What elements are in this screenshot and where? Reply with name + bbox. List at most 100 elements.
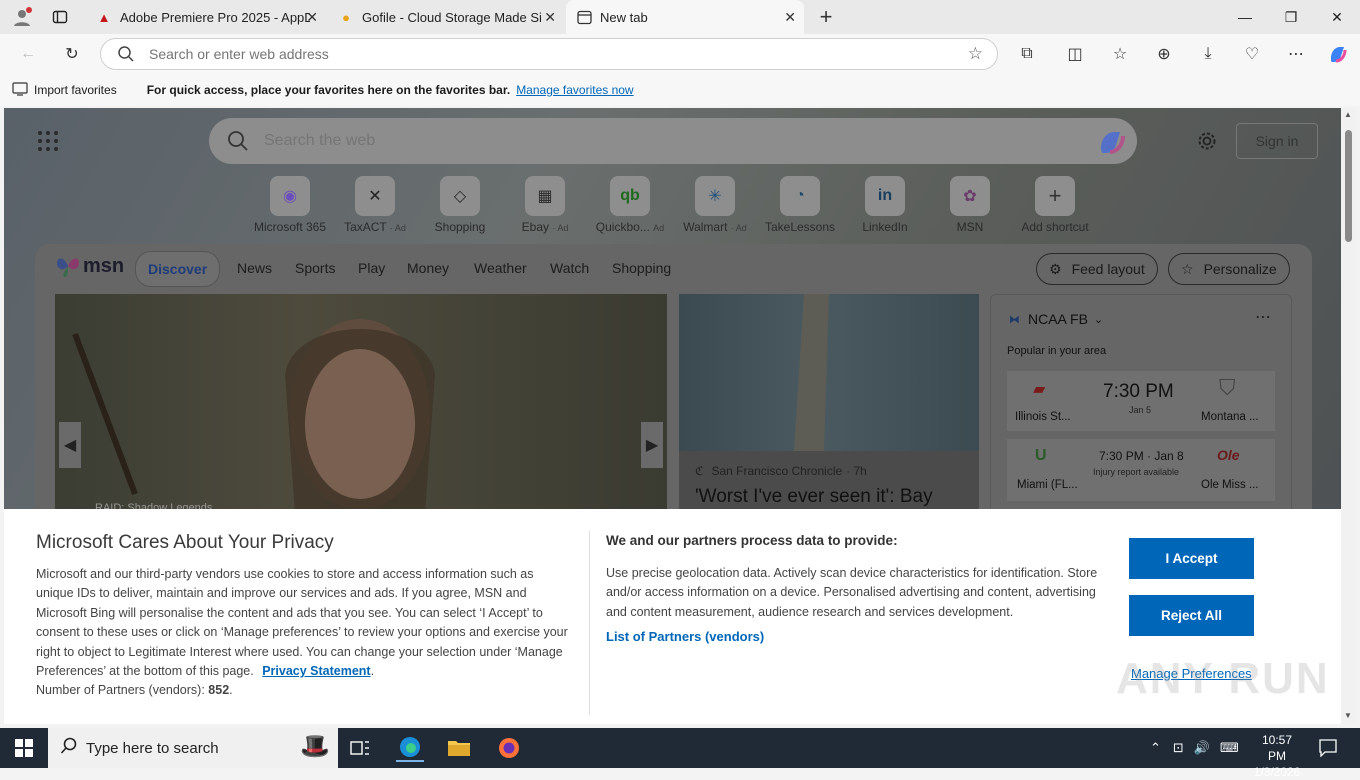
shortcut-msn[interactable]: ✿ MSN	[928, 176, 1012, 234]
accept-button[interactable]: I Accept	[1129, 538, 1254, 579]
list-of-partners-link[interactable]: List of Partners (vendors)	[606, 629, 764, 644]
nav-discover[interactable]: Discover	[135, 251, 221, 287]
chevron-up-icon[interactable]: ⌃	[1150, 740, 1161, 756]
clock[interactable]: 10:57 PM 1/3/2026	[1252, 732, 1302, 780]
restore-icon[interactable]: ❐	[1268, 0, 1314, 34]
home-team: Illinois St...	[1015, 411, 1071, 423]
address-bar[interactable]: ☆	[100, 38, 998, 70]
quickbooks-icon: qb	[610, 176, 650, 216]
scrollbar-thumb[interactable]	[1345, 130, 1352, 242]
import-favorites-button[interactable]: Import favorites	[34, 83, 117, 97]
task-view-icon[interactable]	[346, 734, 374, 762]
game-time: 7:30 PM · Jan 8	[1099, 449, 1184, 463]
extensions-icon[interactable]: ⧉	[1015, 42, 1039, 66]
msn-butterfly-icon: ✿	[950, 176, 990, 216]
tab-title: Gofile - Cloud Storage Made Sim	[362, 9, 542, 25]
hero-image	[72, 319, 435, 514]
close-icon[interactable]: ✕	[544, 9, 556, 26]
injury-report-note: Injury report available	[1093, 467, 1180, 477]
nav-weather[interactable]: Weather	[474, 260, 527, 276]
shortcut-ebay[interactable]: ▦ Ebay · Ad	[503, 176, 587, 234]
chronicle-logo-icon: ℭ	[695, 464, 704, 478]
game-row[interactable]: ▰ Illinois St... 7:30 PM Jan 5 ⛉ Montana…	[1007, 371, 1275, 431]
minimize-icon[interactable]: —	[1222, 0, 1268, 34]
volume-icon[interactable]: 🔊	[1194, 740, 1210, 756]
downloads-icon[interactable]: ⤓	[1196, 42, 1220, 66]
nav-watch[interactable]: Watch	[550, 260, 589, 276]
refresh-icon[interactable]: ↻	[60, 42, 84, 66]
web-search-box[interactable]	[209, 118, 1137, 164]
hero-card[interactable]: ◀ ▶ RAID: Shadow Legends	[55, 294, 667, 524]
league-selector[interactable]: ⧓ NCAA FB ⌄	[1009, 311, 1103, 327]
split-screen-icon[interactable]: ◫	[1063, 42, 1087, 66]
shopping-tag-icon: ◇	[440, 176, 480, 216]
tab-actions-icon[interactable]	[48, 5, 72, 29]
scroll-up-icon[interactable]: ▲	[1344, 110, 1352, 119]
shortcut-microsoft-365[interactable]: ◉ Microsoft 365	[248, 176, 332, 234]
shortcut-walmart[interactable]: ✳ Walmart · Ad	[673, 176, 757, 234]
favorites-icon[interactable]: ☆	[1108, 42, 1132, 66]
settings-gear-icon[interactable]	[1196, 130, 1218, 157]
nav-news[interactable]: News	[237, 260, 272, 276]
edge-icon[interactable]	[396, 734, 424, 762]
network-icon[interactable]: ⊡	[1173, 740, 1184, 756]
walmart-icon: ✳	[695, 176, 735, 216]
profile-icon[interactable]	[10, 5, 34, 29]
sign-in-button[interactable]: Sign in	[1236, 123, 1318, 159]
reject-all-button[interactable]: Reject All	[1129, 595, 1254, 636]
tab-gofile[interactable]: ● Gofile - Cloud Storage Made Sim ✕	[328, 0, 564, 34]
privacy-purposes-body: Use precise geolocation data. Actively s…	[606, 566, 1098, 619]
file-explorer-icon[interactable]	[445, 734, 473, 762]
story-card[interactable]: ℭ San Francisco Chronicle · 7h 'Worst I'…	[679, 294, 979, 524]
shortcut-taxact[interactable]: ✕ TaxACT · Ad	[333, 176, 417, 234]
shortcut-linkedin[interactable]: in LinkedIn	[843, 176, 927, 234]
copilot-icon[interactable]	[1326, 42, 1350, 66]
collections-icon[interactable]: ⊕	[1152, 42, 1176, 66]
web-search-input[interactable]	[264, 131, 964, 151]
system-tray: ⌃ ⊡ 🔊 ⌨	[1150, 728, 1239, 768]
nav-sports[interactable]: Sports	[295, 260, 335, 276]
more-icon[interactable]: ⋯	[1284, 42, 1308, 66]
carousel-next-button[interactable]: ▶	[641, 422, 663, 468]
performance-icon[interactable]: ♡	[1240, 42, 1264, 66]
favorite-star-icon[interactable]: ☆	[968, 44, 983, 64]
nav-shopping[interactable]: Shopping	[612, 260, 671, 276]
shortcut-quickbooks[interactable]: qb Quickbo... Ad	[588, 176, 672, 234]
scroll-down-icon[interactable]: ▼	[1344, 711, 1352, 720]
close-window-icon[interactable]: ✕	[1314, 0, 1360, 34]
game-row[interactable]: U Miami (FL... 7:30 PM · Jan 8 Injury re…	[1007, 439, 1275, 501]
story-headline[interactable]: 'Worst I've ever seen it': Bay	[695, 486, 933, 508]
tab-adobe[interactable]: ▲ Adobe Premiere Pro 2025 - AppD ✕	[86, 0, 326, 34]
taskbar-search-box[interactable]: Type here to search 🎩	[48, 728, 338, 768]
msn-logo[interactable]: msn	[55, 254, 124, 278]
close-icon[interactable]: ✕	[306, 9, 318, 26]
close-icon[interactable]: ✕	[784, 9, 796, 26]
nav-play[interactable]: Play	[358, 260, 385, 276]
add-shortcut-button[interactable]: + Add shortcut	[1013, 176, 1097, 234]
manage-favorites-link[interactable]: Manage favorites now	[516, 83, 633, 97]
new-tab-button[interactable]: +	[814, 4, 838, 29]
tab-new-tab[interactable]: New tab ✕	[566, 0, 804, 34]
privacy-body: Microsoft and our third-party vendors us…	[36, 565, 571, 701]
browser-toolbar: ← ↻ ☆ ⧉ ◫ ☆ ⊕ ⤓ ♡ ⋯	[0, 34, 1360, 74]
carousel-prev-button[interactable]: ◀	[59, 422, 81, 468]
back-icon[interactable]: ←	[16, 42, 40, 66]
address-input[interactable]	[149, 45, 929, 63]
windows-start-icon[interactable]	[10, 734, 38, 762]
privacy-statement-link[interactable]: Privacy Statement	[262, 664, 370, 678]
personalize-button[interactable]: ☆ Personalize	[1168, 253, 1290, 285]
notifications-icon[interactable]	[1314, 734, 1342, 762]
firefox-icon[interactable]	[495, 734, 523, 762]
shortcut-takelessons[interactable]: ◔ TakeLessons	[758, 176, 842, 234]
input-indicator-icon[interactable]: ⌨	[1220, 740, 1239, 756]
sliders-icon: ⚙	[1049, 260, 1062, 277]
shortcut-shopping[interactable]: ◇ Shopping	[418, 176, 502, 234]
feed-layout-button[interactable]: ⚙ Feed layout	[1036, 253, 1158, 285]
sports-card[interactable]: ⧓ NCAA FB ⌄ ⋯ Popular in your area ▰ Ill…	[990, 294, 1292, 524]
nav-money[interactable]: Money	[407, 260, 449, 276]
apps-grid-icon[interactable]	[37, 130, 59, 157]
more-options-icon[interactable]: ⋯	[1255, 307, 1271, 327]
copilot-icon[interactable]	[1097, 128, 1127, 161]
favorites-bar: Import favorites For quick access, place…	[0, 74, 1360, 106]
page-scrollbar[interactable]: ▲ ▼	[1341, 108, 1356, 724]
